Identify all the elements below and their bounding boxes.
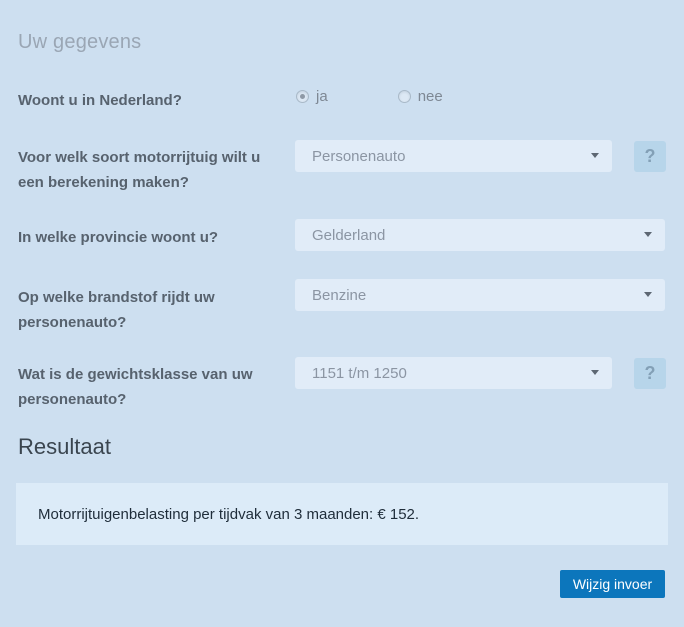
help-button-weight-class[interactable]: ?	[634, 358, 666, 389]
dropdown-value: Gelderland	[312, 227, 385, 244]
section-title-result: Resultaat	[18, 434, 111, 460]
dropdown-vehicle-type[interactable]: Personenauto	[295, 140, 612, 172]
radio-option-label: ja	[316, 88, 328, 105]
radio-selected-icon[interactable]	[296, 90, 309, 103]
radio-option-label: nee	[418, 88, 443, 105]
radio-group-netherlands: ja nee	[296, 88, 443, 105]
question-vehicle-type: Voor welk soort motorrijtuig wilt u een …	[18, 145, 286, 195]
dropdown-province[interactable]: Gelderland	[295, 219, 665, 251]
radio-option-ja[interactable]: ja	[296, 88, 328, 105]
radio-option-nee[interactable]: nee	[398, 88, 443, 105]
change-input-button-label: Wijzig invoer	[573, 576, 652, 592]
help-button-vehicle-type[interactable]: ?	[634, 141, 666, 172]
dropdown-value: Personenauto	[312, 148, 405, 165]
change-input-button[interactable]: Wijzig invoer	[560, 570, 665, 598]
question-province: In welke provincie woont u?	[18, 225, 286, 250]
chevron-down-icon	[644, 232, 652, 237]
dropdown-value: 1151 t/m 1250	[312, 365, 407, 382]
question-fuel-type: Op welke brandstof rijdt uw personenauto…	[18, 285, 286, 335]
chevron-down-icon	[591, 370, 599, 375]
section-title-your-data: Uw gegevens	[18, 31, 141, 54]
question-live-in-netherlands: Woont u in Nederland?	[18, 88, 286, 113]
result-text: Motorrijtuigenbelasting per tijdvak van …	[38, 506, 419, 523]
question-weight-class: Wat is de gewichtsklasse van uw personen…	[18, 362, 286, 412]
dropdown-value: Benzine	[312, 287, 366, 304]
dropdown-weight-class[interactable]: 1151 t/m 1250	[295, 357, 612, 389]
dropdown-fuel-type[interactable]: Benzine	[295, 279, 665, 311]
question-mark-icon: ?	[645, 363, 656, 384]
chevron-down-icon	[591, 153, 599, 158]
question-mark-icon: ?	[645, 146, 656, 167]
radio-unselected-icon[interactable]	[398, 90, 411, 103]
result-box: Motorrijtuigenbelasting per tijdvak van …	[16, 483, 668, 545]
chevron-down-icon	[644, 292, 652, 297]
tax-calculator-panel: Uw gegevens Woont u in Nederland? ja nee…	[0, 0, 684, 627]
